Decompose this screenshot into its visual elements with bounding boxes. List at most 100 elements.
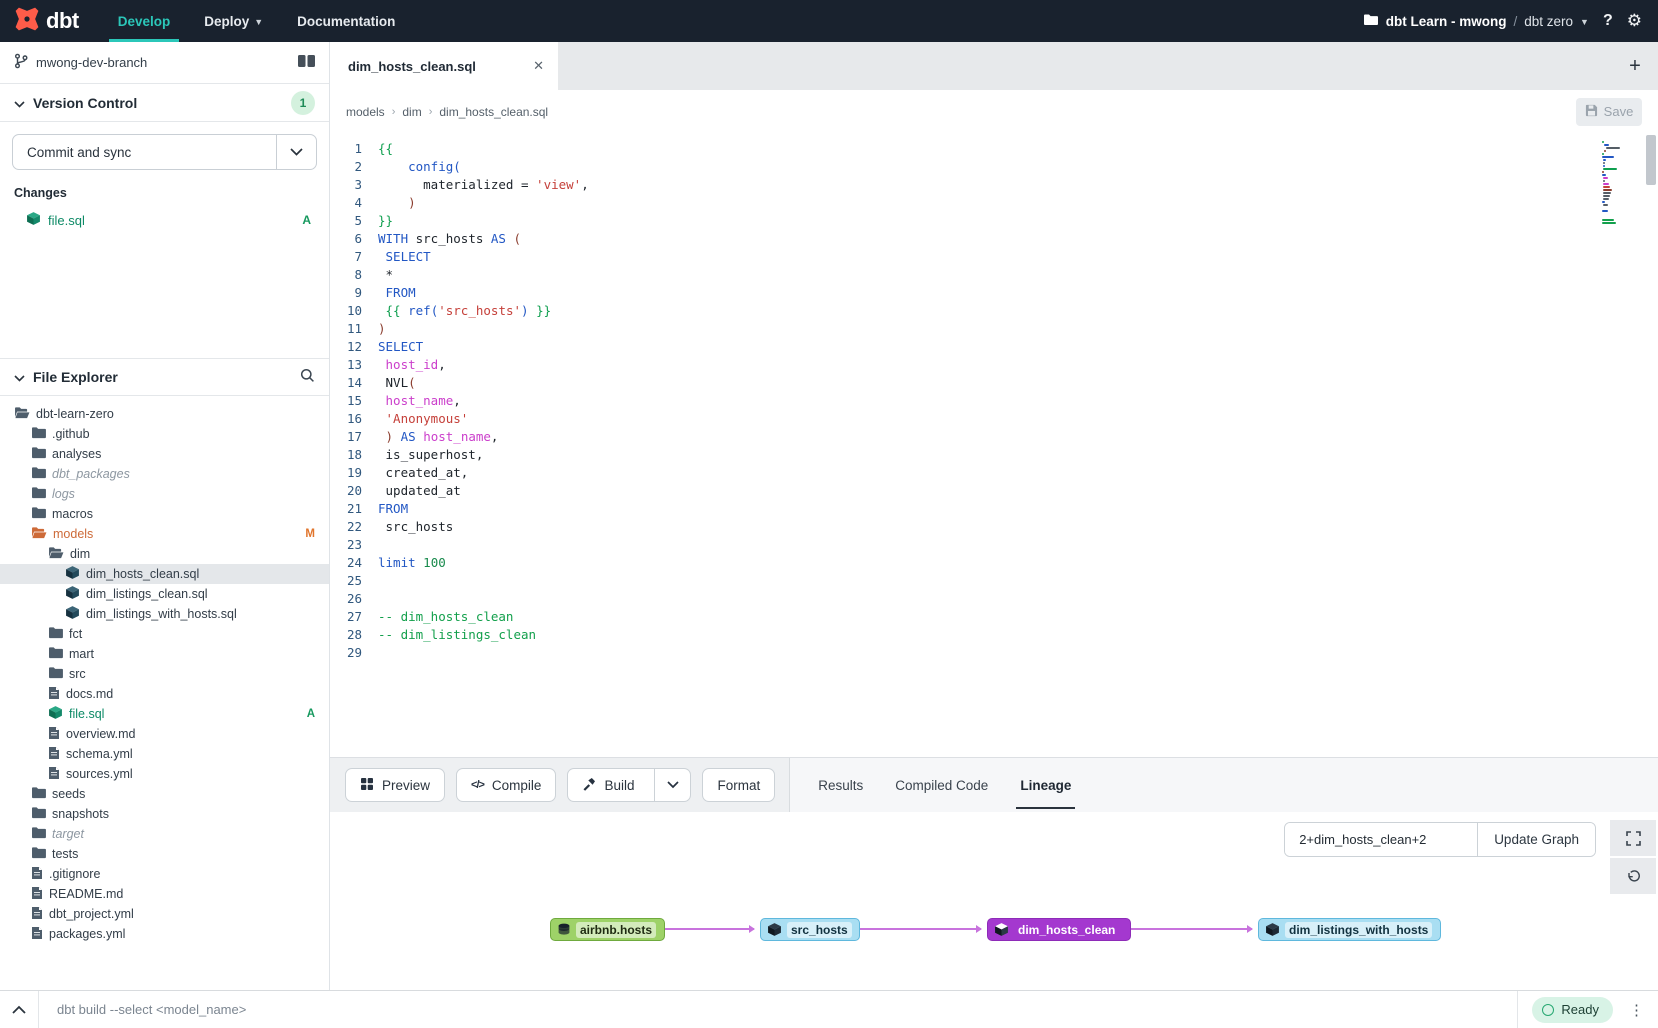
breadcrumb-item[interactable]: dim (402, 105, 421, 119)
version-control-header[interactable]: Version Control 1 (0, 84, 329, 122)
build-button[interactable]: Build (568, 769, 646, 801)
commit-options-chevron[interactable] (276, 135, 316, 169)
new-tab-button[interactable]: + (1612, 42, 1658, 90)
tree-item-logs[interactable]: logs (0, 484, 329, 504)
code-area[interactable]: {{ config( materialized = 'view', )}}WIT… (372, 133, 1658, 757)
code-line: created_at, (378, 464, 1658, 482)
tree-item-file.sql[interactable]: file.sqlA (0, 704, 329, 724)
tree-item-.github[interactable]: .github (0, 424, 329, 444)
tree-item-schema.yml[interactable]: schema.yml (0, 744, 329, 764)
folder-icon (31, 846, 46, 862)
editor-scrollbar-thumb[interactable] (1646, 135, 1656, 185)
breadcrumb-item[interactable]: dim_hosts_clean.sql (439, 105, 548, 119)
panel-tab-results[interactable]: Results (802, 758, 879, 813)
ready-status-badge: Ready (1532, 997, 1613, 1023)
tree-item-macros[interactable]: macros (0, 504, 329, 524)
tree-item-analyses[interactable]: analyses (0, 444, 329, 464)
save-button[interactable]: Save (1576, 98, 1642, 126)
lineage-selector-input[interactable] (1285, 823, 1477, 856)
grid-icon (360, 777, 374, 794)
tree-item-sources.yml[interactable]: sources.yml (0, 764, 329, 784)
code-editor[interactable]: 1234567891011121314151617181920212223242… (330, 133, 1658, 757)
breadcrumb-separator: › (392, 106, 396, 118)
dag-node-src_hosts[interactable]: src_hosts (760, 918, 860, 941)
tree-item-seeds[interactable]: seeds (0, 784, 329, 804)
fullscreen-button[interactable] (1610, 820, 1656, 856)
tree-item-src[interactable]: src (0, 664, 329, 684)
tree-item-label: sources.yml (66, 767, 133, 781)
compile-button[interactable]: </> Compile (456, 768, 556, 802)
file-explorer-header[interactable]: File Explorer (0, 358, 329, 396)
dag-node-dim_hosts_clean[interactable]: dim_hosts_clean (987, 918, 1131, 941)
tree-item-dim_hosts_clean.sql[interactable]: dim_hosts_clean.sql (0, 564, 329, 584)
tree-item-dim[interactable]: dim (0, 544, 329, 564)
tree-item-tests[interactable]: tests (0, 844, 329, 864)
dag-edge (860, 928, 981, 930)
preview-button[interactable]: Preview (345, 768, 445, 802)
tree-item-dim_listings_clean.sql[interactable]: dim_listings_clean.sql (0, 584, 329, 604)
tree-item-dbt-learn-zero[interactable]: dbt-learn-zero (0, 404, 329, 424)
nav-item-deploy[interactable]: Deploy▼ (187, 0, 280, 42)
collapse-chevron-icon[interactable] (0, 1005, 38, 1014)
dag-node-airbnb-hosts[interactable]: airbnb.hosts (550, 918, 665, 941)
dag-node-dim_listings_with_hosts[interactable]: dim_listings_with_hosts (1258, 918, 1441, 941)
tab-close-icon[interactable]: ✕ (533, 58, 544, 74)
changed-file-row[interactable]: file.sql A (12, 208, 317, 232)
code-line: ) (378, 194, 1658, 212)
kebab-menu-icon[interactable]: ⋮ (1627, 1001, 1658, 1019)
dbt-logo[interactable]: dbt (0, 6, 101, 37)
panel-tab-lineage[interactable]: Lineage (1004, 758, 1087, 813)
format-label: Format (717, 778, 760, 793)
tree-item-overview.md[interactable]: overview.md (0, 724, 329, 744)
tree-item-snapshots[interactable]: snapshots (0, 804, 329, 824)
editor-toolbar: Preview </> Compile Build Format (330, 757, 1658, 812)
tree-item-dbt_project.yml[interactable]: dbt_project.yml (0, 904, 329, 924)
code-line: * (378, 266, 1658, 284)
tree-item-.gitignore[interactable]: .gitignore (0, 864, 329, 884)
update-graph-button[interactable]: Update Graph (1477, 823, 1595, 856)
top-right-controls: dbt Learn - mwong / dbt zero ▼ ? ⚙ (1363, 11, 1658, 31)
format-button[interactable]: Format (702, 768, 775, 802)
chevron-down-icon: ▼ (1580, 17, 1589, 27)
help-icon[interactable]: ? (1599, 12, 1617, 30)
panel-tab-compiled-code[interactable]: Compiled Code (879, 758, 1004, 813)
nav-item-develop[interactable]: Develop (101, 0, 188, 42)
folder-icon (31, 526, 47, 542)
account-switcher[interactable]: dbt Learn - mwong / dbt zero ▼ (1363, 13, 1589, 30)
folder-icon (48, 646, 63, 662)
nav-item-documentation[interactable]: Documentation (280, 0, 412, 42)
tree-item-label: README.md (49, 887, 123, 901)
branch-row[interactable]: mwong-dev-branch (0, 42, 329, 84)
tree-item-packages.yml[interactable]: packages.yml (0, 924, 329, 944)
file-icon (31, 906, 43, 923)
model-icon (65, 585, 80, 603)
tree-item-fct[interactable]: fct (0, 624, 329, 644)
build-dropdown-chevron[interactable] (654, 769, 690, 801)
command-input[interactable] (39, 1002, 1517, 1017)
gear-icon[interactable]: ⚙ (1627, 11, 1642, 31)
editor-tab[interactable]: dim_hosts_clean.sql ✕ (330, 42, 558, 90)
reset-layout-button[interactable] (1610, 858, 1656, 894)
chevron-down-icon: ▼ (254, 17, 263, 27)
breadcrumb-item[interactable]: models (346, 105, 385, 119)
docs-panel-icon[interactable] (298, 54, 315, 71)
code-line: limit 100 (378, 554, 1658, 572)
tree-item-label: dim (70, 547, 90, 561)
commit-and-sync-button[interactable]: Commit and sync (12, 134, 317, 170)
tree-item-label: models (53, 527, 93, 541)
code-line (378, 644, 1658, 662)
tree-item-models[interactable]: modelsM (0, 524, 329, 544)
tree-item-label: file.sql (69, 707, 104, 721)
tree-item-README.md[interactable]: README.md (0, 884, 329, 904)
tree-item-target[interactable]: target (0, 824, 329, 844)
tree-item-mart[interactable]: mart (0, 644, 329, 664)
hammer-icon (582, 777, 596, 794)
compile-label: Compile (492, 778, 542, 793)
search-icon[interactable] (300, 368, 315, 386)
tree-item-dbt_packages[interactable]: dbt_packages (0, 464, 329, 484)
file-icon (48, 726, 60, 743)
tree-item-docs.md[interactable]: docs.md (0, 684, 329, 704)
environment-name: dbt zero (1524, 14, 1573, 29)
tree-item-label: .gitignore (49, 867, 100, 881)
tree-item-dim_listings_with_hosts.sql[interactable]: dim_listings_with_hosts.sql (0, 604, 329, 624)
